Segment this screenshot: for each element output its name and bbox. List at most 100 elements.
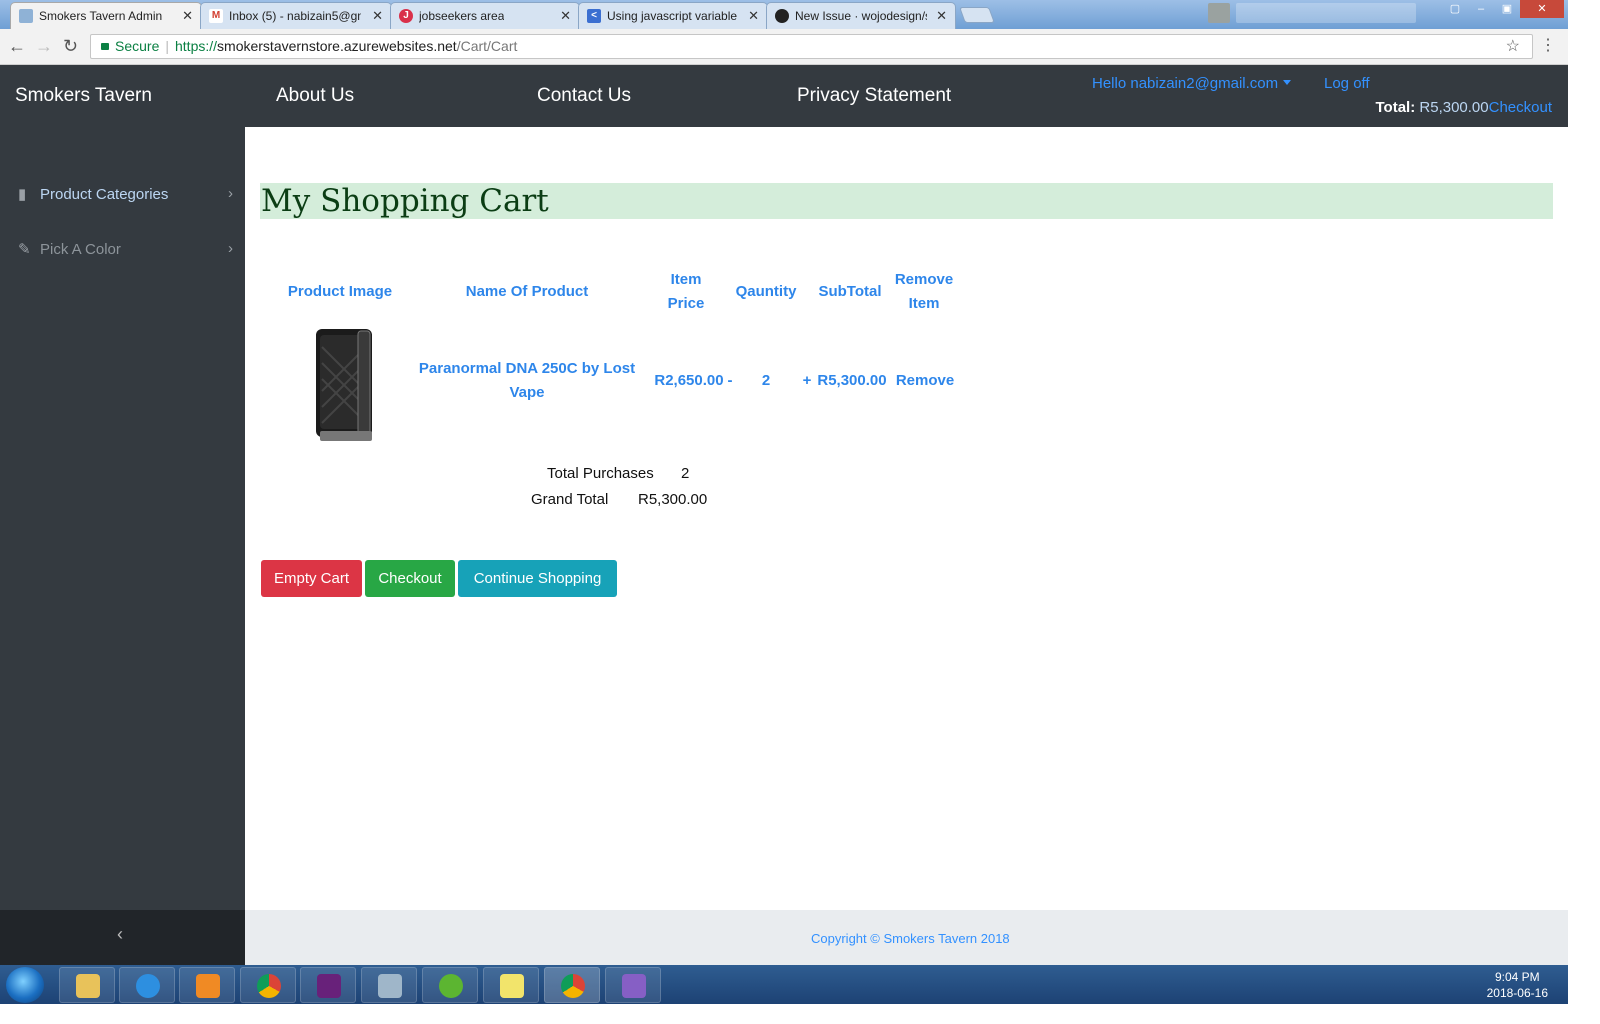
copyright-text: Copyright © Smokers Tavern 2018 (811, 931, 1010, 946)
browser-tab-javascript[interactable]: < Using javascript variable ✕ (578, 2, 768, 29)
header-line: Remove (894, 271, 954, 288)
forward-icon[interactable]: → (35, 36, 53, 57)
user-dropdown[interactable]: Hello nabizain2@gmail.com (1092, 75, 1292, 92)
window-close-icon[interactable]: ✕ (1520, 0, 1564, 18)
header-line: Item (670, 271, 702, 288)
browser-toolbar: ← → ↻ Secure | https://smokerstavernstore.… (0, 29, 1568, 65)
header-remove-item: Remove Item (891, 268, 957, 316)
grand-total-value: R5,300.00 (638, 491, 708, 508)
browser-tab-strip: Smokers Tavern Admin ✕ M Inbox (5) - nab… (0, 0, 1568, 30)
increment-quantity-button[interactable]: + (800, 369, 814, 393)
grand-total-label: Grand Total (531, 491, 609, 508)
header-item-price: Item Price (650, 268, 722, 316)
user-greeting: Hello nabizain2@gmail.com (1092, 75, 1279, 92)
close-icon[interactable]: ✕ (372, 8, 383, 24)
checkout-button[interactable]: Checkout (365, 560, 455, 597)
header-product-image: Product Image (287, 283, 393, 300)
taskbar-sticky-notes[interactable] (483, 967, 539, 1003)
page-footer: Copyright © Smokers Tavern 2018 (245, 910, 1568, 965)
product-name-line: Vape (509, 384, 545, 401)
close-icon[interactable]: ✕ (560, 8, 571, 24)
taskbar-visual-studio-2[interactable] (605, 967, 661, 1003)
browser-tab-jobseekers[interactable]: J jobseekers area ✕ (390, 2, 580, 29)
minimize-icon[interactable]: – (1468, 0, 1494, 18)
back-icon[interactable]: ← (8, 36, 26, 57)
product-image[interactable] (314, 327, 374, 444)
close-icon[interactable]: ✕ (182, 8, 193, 24)
windows-taskbar: 9:04 PM 2018-06-16 (0, 965, 1568, 1004)
visual-studio-icon (317, 974, 341, 998)
gmail-icon: M (209, 9, 223, 23)
close-icon[interactable]: ✕ (936, 8, 947, 24)
chevron-icon: < (587, 9, 601, 23)
logoff-link[interactable]: Log off (1324, 75, 1370, 92)
folder-icon (76, 974, 100, 998)
remove-item-link[interactable]: Remove (893, 369, 957, 393)
header-quantity: Qauntity (735, 283, 797, 300)
empty-cart-button[interactable]: Empty Cart (261, 560, 362, 597)
taskbar-ie[interactable] (119, 967, 175, 1003)
total-label: Total: (1375, 99, 1416, 116)
sidebar-toggle[interactable]: ‹ (0, 910, 245, 965)
header-subtotal: SubTotal (818, 283, 882, 300)
j-icon: J (399, 9, 413, 23)
taskbar-tool[interactable] (361, 967, 417, 1003)
tab-title: Inbox (5) - nabizain5@gm (229, 9, 361, 23)
file-icon: ▮ (18, 186, 27, 203)
decrement-quantity-button[interactable]: - (724, 369, 736, 393)
maximize-icon[interactable]: ▣ (1494, 0, 1520, 18)
browser-tab-smokers-admin[interactable]: Smokers Tavern Admin ✕ (10, 2, 202, 30)
item-price: R2,650.00 (654, 372, 724, 389)
window-icon[interactable]: ▢ (1442, 0, 1468, 18)
browser-menu-icon[interactable]: ⋮ (1540, 35, 1556, 55)
taskbar-visual-studio[interactable] (300, 967, 356, 1003)
sidebar-item-product-categories[interactable]: ▮ Product Categories › (18, 185, 233, 203)
page-icon (19, 9, 33, 23)
reload-icon[interactable]: ↻ (63, 36, 78, 57)
taskbar-chrome[interactable] (240, 967, 296, 1003)
github-icon (775, 9, 789, 23)
page-title: My Shopping Cart (260, 183, 1553, 219)
tab-title: New Issue · wojodesign/s (795, 9, 927, 23)
chrome-icon (257, 974, 281, 998)
start-button[interactable] (6, 967, 44, 1003)
clock[interactable]: 9:04 PM 2018-06-16 (1487, 969, 1548, 1001)
ie-icon (136, 974, 160, 998)
checkout-link[interactable]: Checkout (1489, 99, 1552, 116)
browser-tab-github[interactable]: New Issue · wojodesign/s ✕ (766, 2, 956, 29)
sidebar-item-pick-a-color[interactable]: ✎ Pick A Color › (18, 240, 233, 258)
nav-privacy-statement[interactable]: Privacy Statement (797, 85, 951, 107)
bookmark-star-icon[interactable]: ☆ (1506, 36, 1520, 56)
continue-shopping-button[interactable]: Continue Shopping (458, 560, 617, 597)
brush-icon: ✎ (18, 241, 31, 258)
brand-link[interactable]: Smokers Tavern (15, 85, 152, 107)
taskbar-utorrent[interactable] (422, 967, 478, 1003)
browser-tab-inbox[interactable]: M Inbox (5) - nabizain5@gm ✕ (200, 2, 392, 29)
extension-icon[interactable] (1208, 3, 1230, 23)
nav-about-us[interactable]: About Us (276, 85, 354, 107)
new-tab-button[interactable] (959, 7, 995, 23)
chevron-left-icon: ‹ (117, 924, 123, 944)
system-tray: 9:04 PM 2018-06-16 (1368, 965, 1568, 1004)
product-name-line: Paranormal DNA 250C by Lost (418, 360, 636, 377)
nav-contact-us[interactable]: Contact Us (537, 85, 631, 107)
product-name-link[interactable]: Paranormal DNA 250C by Lost Vape (411, 357, 643, 405)
main-content: My Shopping Cart Product Image Name Of P… (245, 127, 1568, 910)
chevron-right-icon: › (228, 185, 233, 202)
taskbar-explorer[interactable] (59, 967, 115, 1003)
total-purchases-label: Total Purchases (547, 465, 654, 482)
taskbar-chrome-active[interactable] (544, 967, 600, 1003)
header-line: Item (908, 295, 940, 312)
total-purchases-value: 2 (681, 465, 690, 482)
taskbar-media[interactable] (179, 967, 235, 1003)
extension-bar[interactable] (1236, 3, 1416, 23)
tool-icon (378, 974, 402, 998)
url-host: smokerstavernstore.azurewebsites.net (217, 38, 457, 54)
address-bar[interactable]: Secure | https://smokerstavernstore.azurew… (90, 34, 1533, 59)
visual-studio-icon (622, 974, 646, 998)
quantity-value: 2 (761, 372, 771, 389)
site-navbar: Smokers Tavern About Us Contact Us Priva… (0, 65, 1568, 127)
sidebar-item-label: Product Categories (40, 186, 169, 203)
close-icon[interactable]: ✕ (748, 8, 759, 24)
tab-title: jobseekers area (419, 9, 505, 23)
